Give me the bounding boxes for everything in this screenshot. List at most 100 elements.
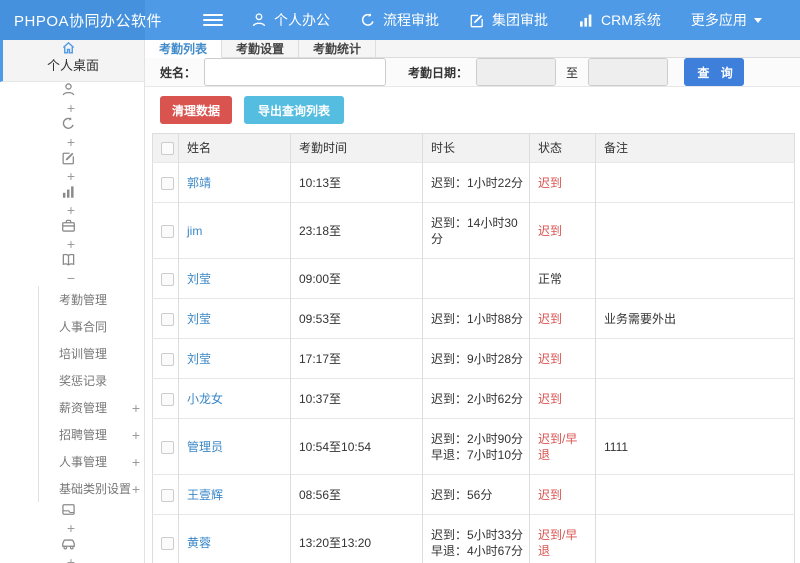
attendance-time-cell: 13:20至13:20 xyxy=(290,514,423,563)
duration-cell: 迟到：56分 xyxy=(422,474,530,515)
topnav-item-0[interactable]: 个人办公 xyxy=(251,10,330,30)
status-badge: 迟到 xyxy=(529,298,596,339)
expander-icon[interactable]: + xyxy=(132,454,144,470)
sidebar-item-6[interactable]: 人力资源 − xyxy=(0,252,144,286)
topnav-item-3[interactable]: CRM系统 xyxy=(578,10,661,30)
sidebar-item-4[interactable]: CRM系统 + xyxy=(0,184,144,218)
filter-bar: 姓名： 考勤日期： 至 查 询 xyxy=(145,58,800,87)
attendance-time-cell: 09:00至 xyxy=(290,258,423,299)
table-row: 刘莹 09:00至 正常 xyxy=(152,258,795,299)
sidebar-item-15[interactable]: 公文管理 + xyxy=(0,502,144,536)
attendance-time-cell: 10:13至 xyxy=(290,162,423,203)
sidebar-item-3[interactable]: 集团审批 + xyxy=(0,150,144,184)
row-checkbox[interactable] xyxy=(161,536,174,550)
expander-icon[interactable]: + xyxy=(67,554,79,563)
row-checkbox[interactable] xyxy=(161,176,174,190)
app-title: PHPOA协同办公软件 xyxy=(0,0,162,40)
row-checkbox[interactable] xyxy=(161,440,174,454)
expander-icon[interactable]: + xyxy=(67,202,79,218)
expander-icon[interactable]: + xyxy=(132,400,144,416)
employee-name-link[interactable]: 黄蓉 xyxy=(187,536,211,550)
sidebar-item-8[interactable]: 人事合同 xyxy=(38,313,144,340)
row-checkbox[interactable] xyxy=(161,272,174,286)
toolbar: 清理数据 导出查询列表 xyxy=(145,87,800,133)
hamburger-menu-icon[interactable] xyxy=(203,11,223,29)
sidebar-item-16[interactable]: 用车管理 + xyxy=(0,536,144,563)
clean-data-button[interactable]: 清理数据 xyxy=(160,96,233,124)
row-checkbox[interactable] xyxy=(161,224,174,238)
date-to-input[interactable] xyxy=(588,58,669,86)
expander-icon[interactable]: + xyxy=(67,168,79,184)
col-header-duration: 时长 xyxy=(422,133,530,163)
note-cell: 1111 xyxy=(595,418,795,475)
name-label: 姓名： xyxy=(160,65,197,80)
tab-attendance-settings[interactable]: 考勤设置 xyxy=(222,40,299,57)
note-cell: 业务需要外出 xyxy=(595,298,795,339)
sidebar-item-2[interactable]: 流程审批 + xyxy=(0,116,144,150)
employee-name-link[interactable]: 刘莹 xyxy=(187,272,211,286)
select-all-checkbox[interactable] xyxy=(161,141,174,155)
expander-icon[interactable]: − xyxy=(67,270,79,286)
expander-icon[interactable]: + xyxy=(67,520,79,536)
chevron-down-icon xyxy=(753,17,762,23)
tab-attendance-stats[interactable]: 考勤统计 xyxy=(299,40,376,57)
sidebar-item-7[interactable]: 考勤管理 xyxy=(38,286,144,313)
briefcase-icon xyxy=(61,218,76,233)
employee-name-link[interactable]: 王壹辉 xyxy=(187,488,223,502)
sidebar-item-12[interactable]: 招聘管理 + xyxy=(38,421,144,448)
expander-icon[interactable]: + xyxy=(67,236,79,252)
table-row: 郭靖 10:13至 迟到：1小时22分 迟到 xyxy=(152,162,795,203)
row-checkbox[interactable] xyxy=(161,312,174,326)
employee-name-link[interactable]: jim xyxy=(187,224,202,238)
expander-icon[interactable]: + xyxy=(132,481,144,497)
note-cell xyxy=(595,474,795,515)
tab-attendance-list[interactable]: 考勤列表 xyxy=(145,40,222,58)
topnav-item-4[interactable]: 更多应用 xyxy=(691,10,762,30)
attendance-time-cell: 09:53至 xyxy=(290,298,423,339)
col-header-time: 考勤时间 xyxy=(290,133,423,163)
status-badge: 迟到 xyxy=(529,378,596,419)
note-cell xyxy=(595,378,795,419)
flow-icon xyxy=(61,116,76,131)
date-from-input[interactable] xyxy=(476,58,557,86)
row-checkbox[interactable] xyxy=(161,392,174,406)
row-checkbox[interactable] xyxy=(161,352,174,366)
sidebar-item-10[interactable]: 奖惩记录 xyxy=(38,367,144,394)
sidebar-item-1[interactable]: 个人办公 + xyxy=(0,82,144,116)
sidebar-item-5[interactable]: 行政办公 + xyxy=(0,218,144,252)
sidebar-item-11[interactable]: 薪资管理 + xyxy=(38,394,144,421)
topnav-item-2[interactable]: 集团审批 xyxy=(469,10,548,30)
status-badge: 迟到 xyxy=(529,202,596,259)
expander-icon[interactable]: + xyxy=(67,134,79,150)
sidebar-item-13[interactable]: 人事管理 + xyxy=(38,448,144,475)
home-icon xyxy=(61,40,76,55)
book-icon xyxy=(61,252,76,267)
top-nav: 个人办公 流程审批 集团审批 CRM系统 更多应用 xyxy=(145,0,800,40)
top-bar: PHPOA协同办公软件 个人办公 流程审批 集团审批 CRM系统 更多应用 xyxy=(0,0,800,40)
duration-cell: 迟到：2小时90分 早退：7小时10分 xyxy=(422,418,530,475)
row-checkbox[interactable] xyxy=(161,488,174,502)
sidebar-item-0[interactable]: 个人桌面 xyxy=(0,40,144,82)
duration-cell: 迟到：1小时88分 xyxy=(422,298,530,339)
car-icon xyxy=(61,536,76,551)
table-row: jim 23:18至 迟到：14小时30分 迟到 xyxy=(152,202,795,259)
employee-name-link[interactable]: 管理员 xyxy=(187,440,223,454)
name-input[interactable] xyxy=(204,58,387,86)
employee-name-link[interactable]: 小龙女 xyxy=(187,392,223,406)
expander-icon[interactable]: + xyxy=(67,100,79,116)
topnav-item-1[interactable]: 流程审批 xyxy=(360,10,439,30)
export-list-button[interactable]: 导出查询列表 xyxy=(244,96,345,124)
sidebar-item-9[interactable]: 培训管理 xyxy=(38,340,144,367)
status-badge: 正常 xyxy=(529,258,596,299)
expander-icon[interactable]: + xyxy=(132,427,144,443)
note-cell xyxy=(595,258,795,299)
attendance-time-cell: 17:17至 xyxy=(290,338,423,379)
employee-name-link[interactable]: 郭靖 xyxy=(187,176,211,190)
employee-name-link[interactable]: 刘莹 xyxy=(187,312,211,326)
search-button[interactable]: 查 询 xyxy=(684,58,745,86)
table-row: 刘莹 09:53至 迟到：1小时88分 迟到 业务需要外出 xyxy=(152,298,795,339)
sidebar-item-14[interactable]: 基础类别设置 + xyxy=(38,475,144,502)
duration-cell: 迟到：2小时62分 xyxy=(422,378,530,419)
employee-name-link[interactable]: 刘莹 xyxy=(187,352,211,366)
table-row: 王壹辉 08:56至 迟到：56分 迟到 xyxy=(152,474,795,515)
